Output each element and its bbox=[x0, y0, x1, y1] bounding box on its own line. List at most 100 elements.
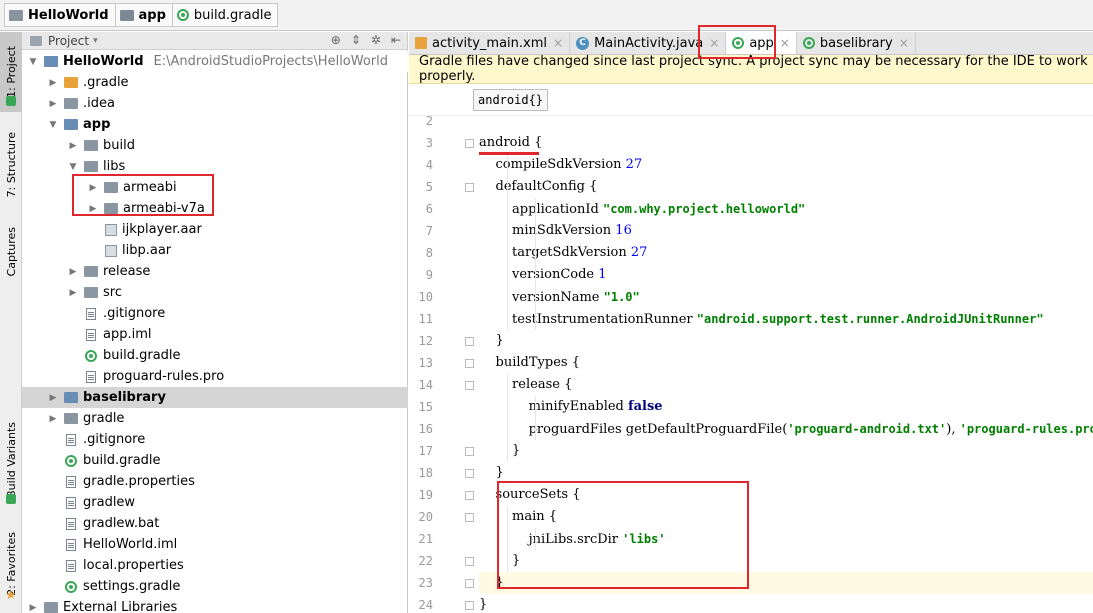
folder-icon bbox=[84, 287, 98, 298]
code-line: } bbox=[479, 597, 488, 612]
code-breadcrumb-label: android{} bbox=[478, 93, 544, 107]
collapsed-arrow-icon[interactable]: ▶ bbox=[48, 414, 58, 424]
indent-guide bbox=[535, 198, 536, 330]
tree-item-app[interactable]: ▼ app bbox=[22, 114, 408, 135]
line-number: 4 bbox=[425, 158, 433, 172]
collapsed-arrow-icon[interactable]: ▶ bbox=[48, 78, 58, 88]
nav-crumb-project[interactable]: HelloWorld bbox=[4, 3, 115, 27]
expanded-arrow-icon[interactable]: ▼ bbox=[28, 57, 38, 67]
tree-item-gradlew-bat[interactable]: gradlew.bat bbox=[22, 513, 408, 534]
fold-marker-icon[interactable] bbox=[465, 139, 474, 148]
tree-item-src[interactable]: ▶ src bbox=[22, 282, 408, 303]
tree-item-build[interactable]: ▶ build bbox=[22, 135, 408, 156]
tree-item-local-properties[interactable]: local.properties bbox=[22, 555, 408, 576]
line-number: 17 bbox=[418, 444, 433, 458]
collapsed-arrow-icon[interactable]: ▶ bbox=[68, 267, 78, 277]
code-breadcrumb-chip[interactable]: android{} bbox=[473, 89, 549, 111]
tree-item-build-gradle[interactable]: build.gradle bbox=[22, 450, 408, 471]
project-view-selector[interactable]: Project ▾ bbox=[30, 34, 98, 48]
tree-item-gitignore[interactable]: .gitignore bbox=[22, 303, 408, 324]
tree-item-label: gradlew.bat bbox=[83, 516, 160, 531]
tree-item-libs[interactable]: ▼ libs bbox=[22, 156, 408, 177]
tab-activity-main-xml[interactable]: activity_main.xml × bbox=[409, 32, 571, 54]
tree-item-idea[interactable]: ▶ .idea bbox=[22, 93, 408, 114]
tree-item-label: HelloWorld.iml bbox=[83, 537, 178, 552]
tree-item-settings-gradle[interactable]: settings.gradle bbox=[22, 576, 408, 597]
tree-item-label: gradle bbox=[83, 411, 125, 426]
collapsed-arrow-icon[interactable]: ▶ bbox=[48, 393, 58, 403]
fold-marker-icon[interactable] bbox=[465, 513, 474, 522]
tree-item-armeabi-v7a[interactable]: ▶ armeabi-v7a bbox=[22, 198, 408, 219]
tree-item-label: libp.aar bbox=[122, 243, 172, 258]
collapsed-arrow-icon[interactable]: ▶ bbox=[88, 204, 98, 214]
line-number: 11 bbox=[418, 312, 433, 326]
fold-marker-icon[interactable] bbox=[465, 469, 474, 478]
fold-marker-icon[interactable] bbox=[465, 601, 474, 610]
close-icon[interactable]: × bbox=[709, 36, 719, 50]
tree-item-ijkplayer-aar[interactable]: ijkplayer.aar bbox=[22, 219, 408, 240]
tool-tab-structure[interactable]: 7: Structure bbox=[0, 120, 22, 210]
fold-marker-icon[interactable] bbox=[465, 183, 474, 192]
tab-baselibrary[interactable]: baselibrary × bbox=[797, 32, 916, 54]
module-folder-icon bbox=[44, 56, 58, 67]
tab-app[interactable]: app × bbox=[726, 32, 797, 54]
text-file-icon bbox=[66, 538, 76, 551]
tree-item-helloworld-iml[interactable]: HelloWorld.iml bbox=[22, 534, 408, 555]
text-file-icon bbox=[66, 496, 76, 509]
collapse-all-icon[interactable]: ⇕ bbox=[351, 33, 361, 47]
close-icon[interactable]: × bbox=[780, 36, 790, 50]
fold-marker-icon[interactable] bbox=[465, 337, 474, 346]
fold-marker-icon[interactable] bbox=[465, 381, 474, 390]
tree-item-external-libraries[interactable]: ▶ External Libraries bbox=[22, 597, 408, 613]
tree-item-gitignore[interactable]: .gitignore bbox=[22, 429, 408, 450]
collapsed-arrow-icon[interactable]: ▶ bbox=[68, 141, 78, 151]
fold-marker-icon[interactable] bbox=[465, 557, 474, 566]
fold-marker-icon[interactable] bbox=[465, 491, 474, 500]
indent-guide bbox=[507, 154, 508, 330]
fold-marker-icon[interactable] bbox=[465, 579, 474, 588]
tree-item-label: gradle.properties bbox=[83, 474, 195, 489]
line-number: 15 bbox=[418, 400, 433, 414]
collapsed-arrow-icon[interactable]: ▶ bbox=[68, 288, 78, 298]
tree-item-helloworld[interactable]: ▼ HelloWorld E:\AndroidStudioProjects\Hell… bbox=[22, 51, 408, 72]
close-icon[interactable]: × bbox=[899, 36, 909, 50]
tree-item-label: local.properties bbox=[83, 558, 184, 573]
nav-crumb-module[interactable]: app bbox=[114, 3, 172, 27]
tree-item-armeabi[interactable]: ▶ armeabi bbox=[22, 177, 408, 198]
tree-item-libp-aar[interactable]: libp.aar bbox=[22, 240, 408, 261]
tree-item-baselibrary[interactable]: ▶ baselibrary bbox=[22, 387, 408, 408]
tree-item-release[interactable]: ▶ release bbox=[22, 261, 408, 282]
text-file-icon bbox=[66, 433, 76, 446]
tree-item-proguard-rules-pro[interactable]: proguard-rules.pro bbox=[22, 366, 408, 387]
tree-item-label: proguard-rules.pro bbox=[103, 369, 225, 384]
tree-item-gradlew[interactable]: gradlew bbox=[22, 492, 408, 513]
tree-item-gradle[interactable]: ▶ gradle bbox=[22, 408, 408, 429]
fold-marker-icon[interactable] bbox=[465, 359, 474, 368]
code-editor[interactable]: android { compileSdkVersion 27 defaultCo… bbox=[479, 116, 1093, 613]
line-number-gutter: 2 3 4 5 6 7 8 9 10 11 12 13 14 15 16 17 18 19 20 21 22 23 24 bbox=[409, 114, 459, 613]
tool-tab-build-variants[interactable]: Build Variants bbox=[0, 412, 22, 507]
tree-item-label: .gitignore bbox=[103, 306, 166, 321]
collapsed-arrow-icon[interactable]: ▶ bbox=[28, 603, 38, 613]
close-icon[interactable]: × bbox=[553, 36, 563, 50]
tool-tab-project-label: 1: Project bbox=[4, 46, 18, 98]
tree-item-gradle-properties[interactable]: gradle.properties bbox=[22, 471, 408, 492]
expanded-arrow-icon[interactable]: ▼ bbox=[68, 162, 78, 172]
collapsed-arrow-icon[interactable]: ▶ bbox=[88, 183, 98, 193]
tree-item-gradle[interactable]: ▶ .gradle bbox=[22, 72, 408, 93]
collapsed-arrow-icon[interactable]: ▶ bbox=[48, 99, 58, 109]
expanded-arrow-icon[interactable]: ▼ bbox=[48, 120, 58, 130]
gear-icon[interactable]: ✲ bbox=[371, 33, 381, 47]
project-tree: ▼ HelloWorld E:\AndroidStudioProjects\Hell… bbox=[22, 51, 408, 613]
nav-crumb-file[interactable]: build.gradle bbox=[171, 3, 279, 27]
scroll-from-source-icon[interactable]: ⊕ bbox=[331, 33, 341, 47]
tool-tab-captures[interactable]: Captures bbox=[0, 217, 22, 287]
hide-panel-icon[interactable]: ⇤ bbox=[391, 33, 401, 47]
folder-icon bbox=[104, 203, 118, 214]
tab-main-activity-java[interactable]: C MainActivity.java × bbox=[570, 32, 727, 54]
tree-item-label: HelloWorld bbox=[63, 54, 144, 69]
tree-item-build-gradle[interactable]: build.gradle bbox=[22, 345, 408, 366]
tree-item-app-iml[interactable]: app.iml bbox=[22, 324, 408, 345]
code-line: } bbox=[479, 553, 521, 568]
fold-marker-icon[interactable] bbox=[465, 447, 474, 456]
